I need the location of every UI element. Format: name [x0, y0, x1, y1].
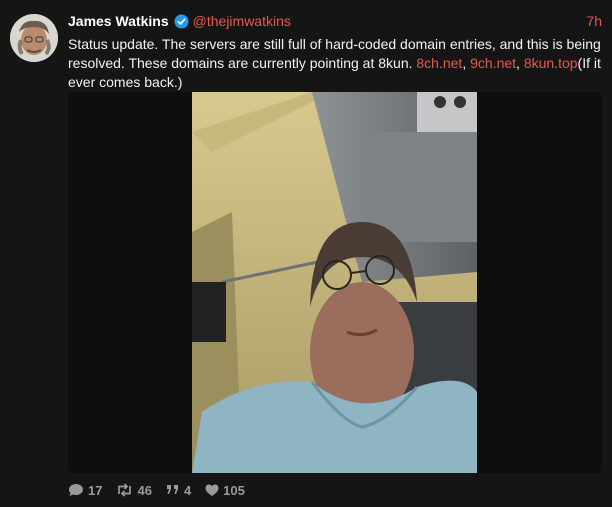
- tweet-actions: 17 46 4 105: [68, 481, 259, 499]
- retweet-count: 46: [137, 482, 152, 498]
- tweet-header: James Watkins @thejimwatkins 7h: [68, 11, 602, 31]
- tweet-text: Status update. The servers are still ful…: [68, 35, 608, 92]
- speech-bubble-icon: [69, 484, 83, 496]
- author-handle[interactable]: @thejimwatkins: [193, 13, 291, 29]
- tweet-timestamp[interactable]: 7h: [586, 13, 602, 29]
- link-9ch-net[interactable]: 9ch.net: [470, 55, 516, 71]
- reply-count: 17: [88, 482, 103, 498]
- link-8kun-top[interactable]: 8kun.top: [524, 55, 578, 71]
- author-name[interactable]: James Watkins: [68, 13, 169, 29]
- tweet-photo[interactable]: [192, 92, 477, 473]
- quote-button[interactable]: 4: [166, 483, 191, 498]
- text-separator: ,: [516, 55, 524, 71]
- quote-count: 4: [183, 482, 192, 498]
- verified-badge-icon: [174, 13, 189, 29]
- retweet-icon: [118, 483, 132, 497]
- tweet-media[interactable]: [68, 92, 602, 473]
- like-count: 105: [223, 482, 245, 498]
- avatar[interactable]: [10, 14, 58, 62]
- like-button[interactable]: 105: [205, 483, 245, 498]
- retweet-button[interactable]: 46: [116, 482, 152, 498]
- reply-button[interactable]: 17: [68, 483, 102, 498]
- quote-icon: [166, 485, 178, 494]
- text-separator: ,: [462, 55, 471, 71]
- link-8ch-net[interactable]: 8ch.net: [416, 55, 462, 71]
- heart-icon: [205, 484, 219, 496]
